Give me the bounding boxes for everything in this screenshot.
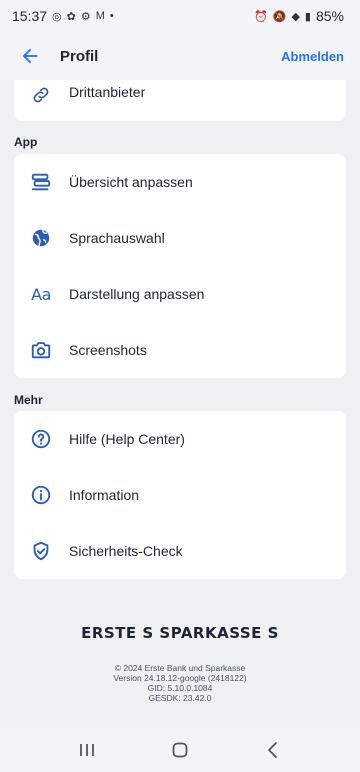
menu-item-label: Information — [69, 487, 140, 503]
mute-icon: 🔕 — [272, 10, 287, 23]
menu-item-label: Sicherheits-Check — [69, 543, 183, 559]
home-button[interactable] — [160, 735, 200, 765]
menu-item-label: Hilfe (Help Center) — [69, 431, 185, 447]
page-title: Profil — [60, 47, 99, 65]
recent-apps-button[interactable] — [67, 735, 107, 765]
menu-item-overview[interactable]: Übersicht anpassen — [14, 154, 346, 210]
more-card: Hilfe (Help Center) Information Sicherhe… — [14, 411, 346, 579]
menu-item-drittanbieter[interactable]: Drittanbieter — [14, 80, 346, 104]
info-circle-icon — [30, 484, 52, 506]
gesdk-text: GESDK: 23.42.0 — [148, 693, 212, 703]
back-button[interactable] — [16, 42, 44, 70]
dot-icon: • — [109, 10, 114, 22]
menu-item-security-check[interactable]: Sicherheits-Check — [14, 523, 346, 579]
menu-item-information[interactable]: Information — [14, 467, 346, 523]
menu-item-screenshots[interactable]: Screenshots — [14, 322, 346, 378]
camera-icon — [30, 339, 52, 361]
copyright-text: © 2024 Erste Bank und Sparkasse — [114, 663, 246, 673]
alarm-icon: ⏰ — [254, 10, 268, 23]
menu-item-appearance[interactable]: Aa Darstellung anpassen — [14, 266, 346, 322]
app-settings-card: Übersicht anpassen Sprachauswahl Aa Dars… — [14, 154, 346, 378]
instagram-icon: ◎ — [52, 10, 62, 23]
logout-button[interactable]: Abmelden — [281, 49, 344, 64]
back-arrow-icon — [22, 48, 38, 64]
settings-notification-icon: ⚙ — [80, 10, 91, 23]
top-card: Drittanbieter — [14, 80, 346, 121]
signal-icon: ▮ — [304, 10, 311, 23]
text-size-icon: Aa — [31, 284, 51, 304]
menu-item-label: Übersicht anpassen — [69, 174, 193, 190]
section-heading-app: App — [14, 135, 38, 149]
status-right: ⏰ 🔕 ◆ ▮ 85% — [254, 8, 344, 24]
menu-item-label: Sprachauswahl — [69, 230, 165, 246]
menu-item-label: Drittanbieter — [69, 84, 146, 100]
wifi-icon: ◆ — [291, 10, 300, 23]
link-icon — [30, 84, 52, 106]
menu-item-label: Screenshots — [69, 342, 147, 358]
battery-level: 85% — [315, 8, 344, 24]
shield-check-icon — [30, 540, 52, 562]
recent-apps-icon — [79, 744, 94, 756]
app-notification-icon: ✿ — [66, 10, 76, 23]
menu-item-language[interactable]: Sprachauswahl — [14, 210, 346, 266]
menu-item-help[interactable]: Hilfe (Help Center) — [14, 411, 346, 467]
system-nav-bar — [0, 728, 360, 772]
status-bar: 15:37 ◎ ✿ ⚙ M • ⏰ 🔕 ◆ ▮ 85% — [0, 0, 360, 32]
status-left: 15:37 ◎ ✿ ⚙ M • — [12, 8, 114, 24]
back-nav-button[interactable] — [253, 735, 293, 765]
dashboard-customize-icon — [30, 171, 52, 193]
globe-icon — [30, 227, 52, 249]
help-circle-icon — [30, 428, 52, 450]
app-bar: Profil Abmelden — [0, 32, 360, 80]
brand-logo: ERSTE S SPARKASSE S — [81, 624, 279, 642]
home-icon — [172, 742, 188, 758]
status-time: 15:37 — [12, 8, 48, 24]
gmail-icon: M — [95, 10, 105, 22]
section-heading-more: Mehr — [14, 393, 43, 407]
chevron-left-icon — [268, 742, 278, 758]
menu-item-label: Darstellung anpassen — [69, 286, 205, 302]
gid-text: GID: 5.10.0.1084 — [147, 683, 213, 693]
app-info: © 2024 Erste Bank und Sparkasse Version … — [0, 663, 360, 703]
version-text: Version 24.18.12-google (2418122) — [113, 673, 247, 683]
